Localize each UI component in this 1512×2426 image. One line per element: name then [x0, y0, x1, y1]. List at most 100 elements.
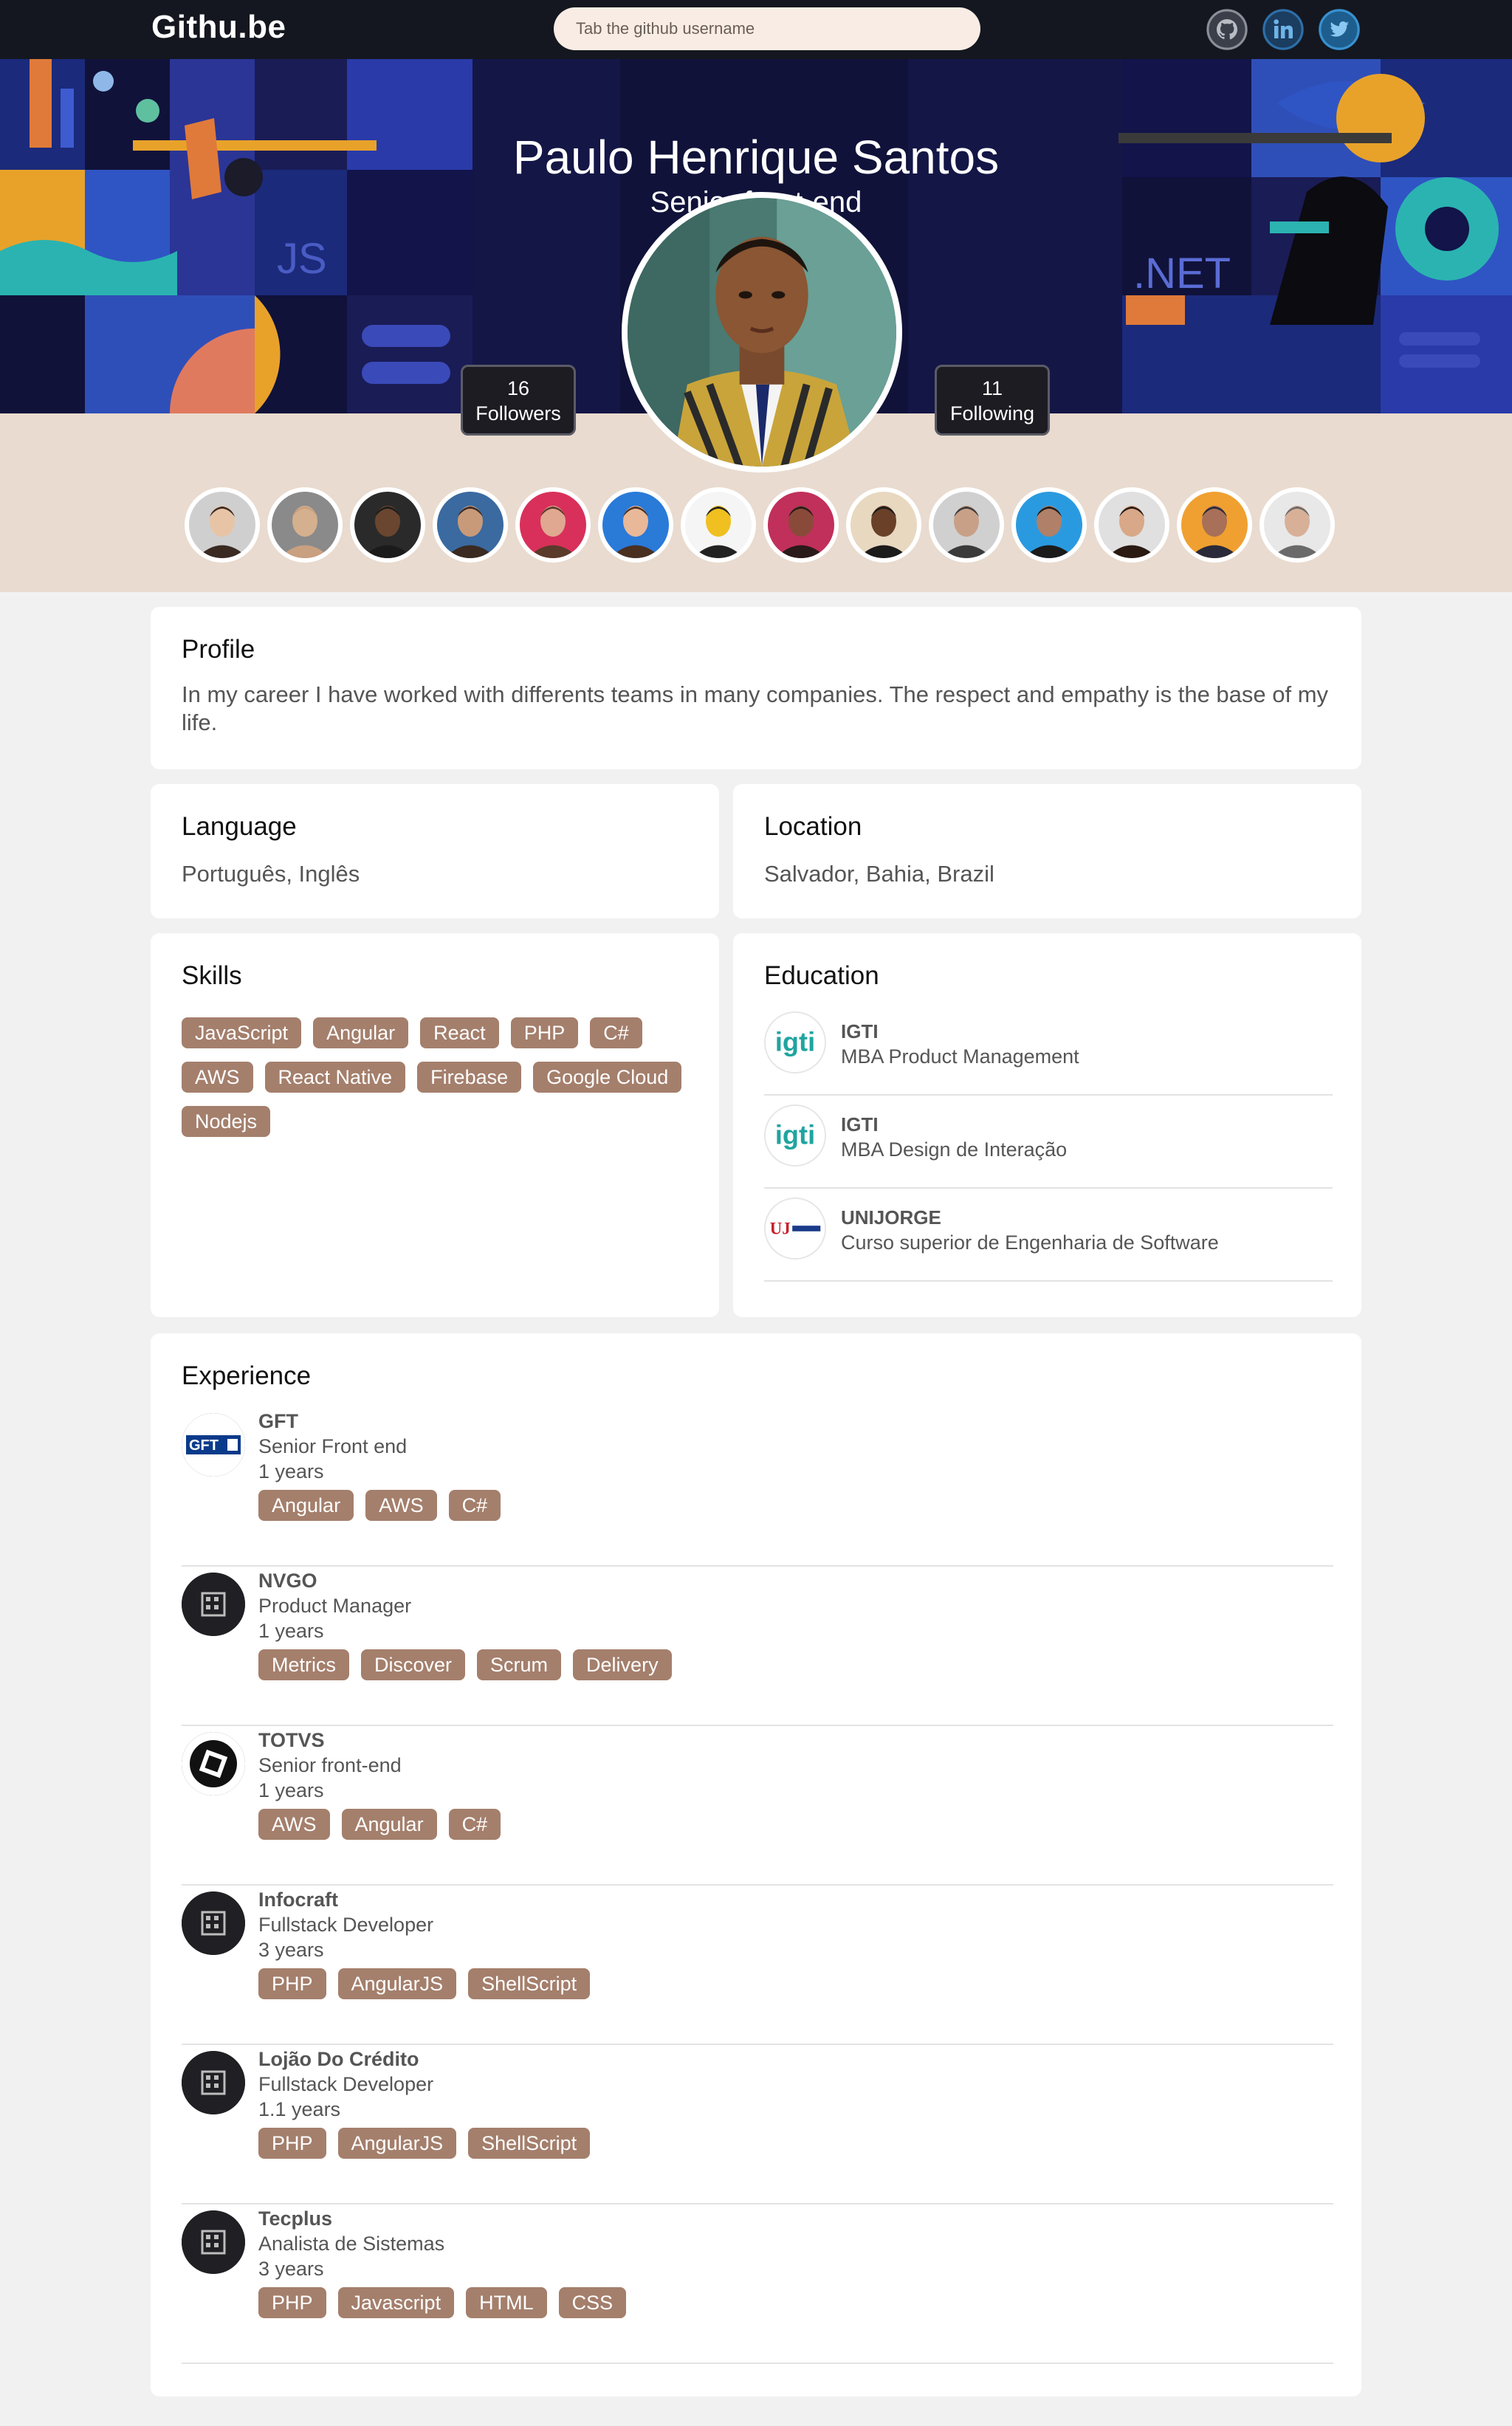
experience-tag: Metrics [258, 1649, 349, 1680]
follower-avatar[interactable] [185, 487, 260, 563]
experience-tag: AngularJS [337, 1968, 457, 1999]
skill-tag: Firebase [417, 1062, 522, 1093]
experience-item: Lojão Do Crédito Fullstack Developer 1.1 y… [182, 2045, 1333, 2205]
experience-tag: Scrum [477, 1649, 562, 1680]
followers-label: Followers [475, 402, 561, 425]
experience-tag: CSS [558, 2287, 627, 2318]
follower-avatar[interactable] [681, 487, 756, 563]
building-icon [182, 2051, 245, 2114]
experience-company: Tecplus [258, 2207, 333, 2230]
education-card-title: Education [764, 961, 879, 990]
follower-avatars-row [185, 487, 1336, 564]
language-card: Language Português, Inglês [151, 784, 719, 918]
experience-role: Fullstack Developer [258, 2073, 434, 2095]
education-institution: UNIJORGE [841, 1206, 941, 1229]
followers-count: 16 [506, 377, 530, 399]
username-search-input[interactable] [554, 7, 980, 50]
follower-avatar[interactable] [929, 487, 1004, 563]
experience-role: Fullstack Developer [258, 1914, 434, 1936]
location-card: Location Salvador, Bahia, Brazil [733, 784, 1361, 918]
followers-count-badge[interactable]: 16 Followers [461, 365, 576, 436]
education-card: Education igti IGTI MBA Product Management… [733, 933, 1361, 1317]
follower-avatar[interactable] [433, 487, 508, 563]
skill-tag: C# [590, 1017, 642, 1048]
follower-avatar[interactable] [267, 487, 343, 563]
education-item: UJ UNIJORGE Curso superior de Engenharia d… [764, 1189, 1333, 1282]
follower-avatar[interactable] [763, 487, 839, 563]
follower-avatar[interactable] [1011, 487, 1087, 563]
experience-tag: PHP [258, 2287, 326, 2318]
experience-item: TOTVS Senior front-end 1 years AWS Angular C# [182, 1726, 1333, 1886]
follower-avatar[interactable] [515, 487, 591, 563]
experience-card-title: Experience [182, 1361, 312, 1390]
experience-duration: 1 years [258, 1460, 324, 1482]
svg-text:UJ: UJ [770, 1220, 791, 1238]
skills-card: Skills JavaScript Angular React PHP C# AWS Rea… [151, 933, 719, 1317]
skill-tag: AWS [182, 1062, 253, 1093]
follower-avatar[interactable] [598, 487, 673, 563]
github-icon[interactable] [1206, 9, 1248, 50]
experience-tag: AngularJS [337, 2128, 457, 2159]
igti-logo: igti [764, 1011, 826, 1073]
experience-company: Infocraft [258, 1889, 338, 1911]
experience-role: Senior front-end [258, 1754, 402, 1776]
follower-avatar[interactable] [846, 487, 921, 563]
experience-duration: 3 years [258, 2258, 324, 2280]
experience-company: Lojão Do Crédito [258, 2048, 419, 2070]
language-value: Português, Inglês [182, 861, 360, 887]
experience-item: GFT GFT Senior Front end 1 years Angular AWS C… [182, 1407, 1333, 1567]
experience-tag: ShellScript [468, 1968, 591, 1999]
gft-logo: GFT [182, 1413, 245, 1477]
follower-avatar[interactable] [350, 487, 425, 563]
education-course: MBA Product Management [841, 1045, 1079, 1068]
experience-duration: 1 years [258, 1620, 324, 1642]
profile-card-title: Profile [182, 635, 255, 664]
following-count: 11 [981, 377, 1003, 399]
experience-role: Analista de Sistemas [258, 2233, 445, 2255]
skill-tag: JavaScript [182, 1017, 302, 1048]
experience-tag: PHP [258, 2128, 326, 2159]
skill-tag: Angular [313, 1017, 409, 1048]
experience-tag: AWS [258, 1809, 330, 1840]
brand-logo[interactable]: Githu.be [151, 9, 286, 46]
skill-tag: React [420, 1017, 499, 1048]
skills-tag-list: JavaScript Angular React PHP C# AWS React Nati… [182, 1017, 698, 1137]
svg-text:JS: JS [277, 235, 327, 283]
experience-company: GFT [258, 1410, 298, 1432]
following-label: Following [949, 402, 1035, 425]
follower-avatar[interactable] [1260, 487, 1335, 563]
twitter-icon[interactable] [1319, 9, 1360, 50]
experience-item: NVGO Product Manager 1 years Metrics Discove… [182, 1567, 1333, 1726]
experience-item: Tecplus Analista de Sistemas 3 years PHP Jav… [182, 2205, 1333, 2364]
experience-tag: Discover [361, 1649, 466, 1680]
experience-tag: C# [448, 1490, 501, 1521]
experience-tag: Angular [258, 1490, 354, 1521]
follower-avatar[interactable] [1094, 487, 1169, 563]
language-card-title: Language [182, 812, 297, 841]
experience-card: Experience GFT GFT Senior Front end 1 years… [151, 1333, 1361, 2396]
experience-role: Senior Front end [258, 1435, 408, 1457]
linkedin-icon[interactable] [1262, 9, 1304, 50]
location-card-title: Location [764, 812, 862, 841]
experience-tag: ShellScript [468, 2128, 591, 2159]
experience-tag: AWS [365, 1490, 437, 1521]
top-navbar: Githu.be [0, 0, 1512, 59]
building-icon [182, 1891, 245, 1955]
igti-logo: igti [764, 1104, 826, 1166]
following-count-badge[interactable]: 11 Following [935, 365, 1050, 436]
building-icon [182, 1573, 245, 1636]
profile-bio: In my career I have worked with differen… [182, 681, 1329, 735]
experience-tag-list: Angular AWS C# [258, 1490, 501, 1521]
education-item: igti IGTI MBA Product Management [764, 1003, 1333, 1096]
experience-role: Product Manager [258, 1595, 412, 1617]
totvs-logo [182, 1732, 245, 1796]
follower-avatar[interactable] [1177, 487, 1252, 563]
experience-duration: 1 years [258, 1779, 324, 1801]
svg-text:.NET: .NET [1133, 250, 1231, 298]
skills-card-title: Skills [182, 961, 242, 990]
svg-text:GFT: GFT [189, 1437, 219, 1454]
education-institution: IGTI [841, 1113, 879, 1135]
profile-name: Paulo Henrique Santos [512, 131, 1000, 184]
education-institution: IGTI [841, 1020, 879, 1042]
experience-tag-list: AWS Angular C# [258, 1809, 501, 1840]
